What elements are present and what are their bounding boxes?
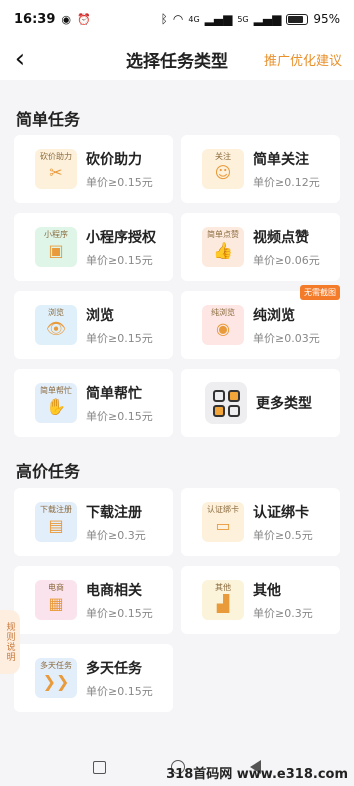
task-name: 更多类型 bbox=[256, 396, 312, 412]
task-icon: 简单帮忙 ✋ bbox=[35, 383, 77, 423]
task-glyph-icon: ✋ bbox=[46, 397, 66, 416]
task-card[interactable]: 下载注册 ▤ 下载注册单价≥0.3元 bbox=[14, 488, 173, 556]
task-name: 认证绑卡 bbox=[253, 504, 309, 521]
section-title-high: 高价任务 bbox=[16, 462, 81, 481]
task-glyph-icon: ▣ bbox=[48, 241, 64, 260]
chevron-left-icon: ‹ bbox=[14, 44, 26, 74]
bluetooth-icon: ᛒ bbox=[160, 12, 168, 26]
no-screenshot-badge: 无需截图 bbox=[300, 285, 340, 300]
task-price: 单价≥0.15元 bbox=[86, 606, 153, 620]
task-name: 纯浏览 bbox=[253, 307, 295, 324]
task-icon-label: 小程序 bbox=[44, 230, 68, 239]
task-name: 砍价助力 bbox=[86, 151, 142, 168]
task-icon: 关注 ☺ bbox=[202, 149, 244, 189]
task-glyph-icon: ▭ bbox=[215, 516, 231, 535]
nav-bar: ‹ 选择任务类型 推广优化建议 bbox=[0, 38, 354, 80]
task-icon-label: 下载注册 bbox=[40, 505, 72, 514]
task-card[interactable]: 更多类型 bbox=[181, 369, 340, 437]
status-bar: 16:39 ◉ ⏰ ᛒ ◠ 4G ▂▄▆ 5G ▂▄▆ 95% bbox=[0, 0, 354, 38]
task-icon-label: 其他 bbox=[215, 583, 231, 592]
task-card[interactable]: 其他 ▟ 其他单价≥0.3元 bbox=[181, 566, 340, 634]
task-card[interactable]: 关注 ☺ 简单关注单价≥0.12元 bbox=[181, 135, 340, 203]
task-icon: 砍价助力 ✂ bbox=[35, 149, 77, 189]
task-icon: 下载注册 ▤ bbox=[35, 502, 77, 542]
task-name: 多天任务 bbox=[86, 660, 142, 677]
task-name: 电商相关 bbox=[86, 582, 142, 599]
task-price: 单价≥0.12元 bbox=[253, 175, 320, 189]
task-name: 小程序授权 bbox=[86, 229, 156, 246]
task-price: 单价≥0.15元 bbox=[86, 684, 153, 698]
task-name: 其他 bbox=[253, 582, 281, 599]
task-glyph-icon: ☺ bbox=[214, 163, 232, 182]
task-glyph-icon: ▦ bbox=[48, 594, 64, 613]
signal-icon: ▂▄▆ bbox=[204, 12, 233, 26]
task-card[interactable]: 简单帮忙 ✋ 简单帮忙单价≥0.15元 bbox=[14, 369, 173, 437]
task-card[interactable]: 砍价助力 ✂ 砍价助力单价≥0.15元 bbox=[14, 135, 173, 203]
task-icon-label: 浏览 bbox=[48, 308, 64, 317]
clock-time: 16:39 bbox=[14, 11, 56, 27]
alarm-icon: ⏰ bbox=[77, 12, 91, 26]
task-icon: 多天任务 ❯❯ bbox=[35, 658, 77, 698]
eye-icon: ◉ bbox=[61, 12, 71, 26]
task-name: 下载注册 bbox=[86, 504, 142, 521]
task-price: 单价≥0.3元 bbox=[253, 606, 313, 620]
network-5g-label: 5G bbox=[237, 14, 249, 24]
task-glyph-icon: ✂ bbox=[49, 163, 63, 182]
task-icon-label: 关注 bbox=[215, 152, 231, 161]
task-card[interactable]: 认证绑卡 ▭ 认证绑卡单价≥0.5元 bbox=[181, 488, 340, 556]
back-button[interactable]: ‹ bbox=[0, 38, 40, 80]
grid-icon bbox=[205, 382, 247, 424]
task-icon-label: 电商 bbox=[48, 583, 64, 592]
task-card[interactable]: 浏览 👁 浏览单价≥0.15元 bbox=[14, 291, 173, 359]
task-glyph-icon: 👍 bbox=[213, 241, 233, 260]
task-card[interactable]: 简单点赞 👍 视频点赞单价≥0.06元 bbox=[181, 213, 340, 281]
task-icon-label: 认证绑卡 bbox=[207, 505, 239, 514]
task-price: 单价≥0.15元 bbox=[86, 253, 153, 267]
task-name: 视频点赞 bbox=[253, 229, 309, 246]
status-right: ᛒ ◠ 4G ▂▄▆ 5G ▂▄▆ 95% bbox=[161, 12, 340, 26]
task-icon: 浏览 👁 bbox=[35, 305, 77, 345]
task-glyph-icon: ❯❯ bbox=[42, 672, 70, 691]
task-icon: 小程序 ▣ bbox=[35, 227, 77, 267]
task-price: 单价≥0.5元 bbox=[253, 528, 313, 542]
task-icon: 其他 ▟ bbox=[202, 580, 244, 620]
recent-apps-icon[interactable] bbox=[92, 760, 106, 774]
task-glyph-icon: ◉ bbox=[216, 319, 230, 338]
status-left: 16:39 ◉ ⏰ bbox=[14, 12, 91, 27]
task-price: 单价≥0.15元 bbox=[86, 175, 153, 189]
task-price: 单价≥0.06元 bbox=[253, 253, 320, 267]
task-card[interactable]: 纯浏览 ◉ 纯浏览单价≥0.03元 无需截图 bbox=[181, 285, 340, 359]
task-name: 浏览 bbox=[86, 307, 114, 324]
task-icon: 认证绑卡 ▭ bbox=[202, 502, 244, 542]
task-card[interactable]: 多天任务 ❯❯ 多天任务单价≥0.15元 bbox=[14, 644, 173, 712]
task-price: 单价≥0.15元 bbox=[86, 331, 153, 345]
section-title-simple: 简单任务 bbox=[16, 110, 81, 129]
task-card[interactable]: 电商 ▦ 电商相关单价≥0.15元 bbox=[14, 566, 173, 634]
task-name: 简单帮忙 bbox=[86, 385, 142, 402]
task-glyph-icon: 👁 bbox=[45, 319, 67, 338]
task-icon-label: 多天任务 bbox=[40, 661, 72, 670]
wifi-icon: ◠ bbox=[172, 12, 184, 26]
task-icon-label: 砍价助力 bbox=[40, 152, 72, 161]
task-price: 单价≥0.03元 bbox=[253, 331, 320, 345]
battery-icon bbox=[286, 13, 309, 25]
task-icon: 简单点赞 👍 bbox=[202, 227, 244, 267]
task-icon: 纯浏览 ◉ bbox=[202, 305, 244, 345]
task-glyph-icon: ▟ bbox=[216, 594, 230, 613]
task-icon-label: 简单点赞 bbox=[207, 230, 239, 239]
signal-icon-2: ▂▄▆ bbox=[253, 12, 282, 26]
task-icon-label: 简单帮忙 bbox=[40, 386, 72, 395]
task-glyph-icon: ▤ bbox=[48, 516, 64, 535]
watermark: 318首码网 www.e318.com bbox=[166, 767, 348, 782]
task-name: 简单关注 bbox=[253, 151, 309, 168]
task-price: 单价≥0.3元 bbox=[86, 528, 146, 542]
rules-tab[interactable]: 规则说明 bbox=[0, 610, 20, 674]
task-card[interactable]: 小程序 ▣ 小程序授权单价≥0.15元 bbox=[14, 213, 173, 281]
promotion-suggestion-link[interactable]: 推广优化建议 bbox=[264, 50, 342, 69]
task-icon-label: 纯浏览 bbox=[211, 308, 235, 317]
network-4g-label: 4G bbox=[188, 14, 200, 24]
task-icon: 电商 ▦ bbox=[35, 580, 77, 620]
task-price: 单价≥0.15元 bbox=[86, 409, 153, 423]
battery-percent: 95% bbox=[313, 12, 340, 26]
